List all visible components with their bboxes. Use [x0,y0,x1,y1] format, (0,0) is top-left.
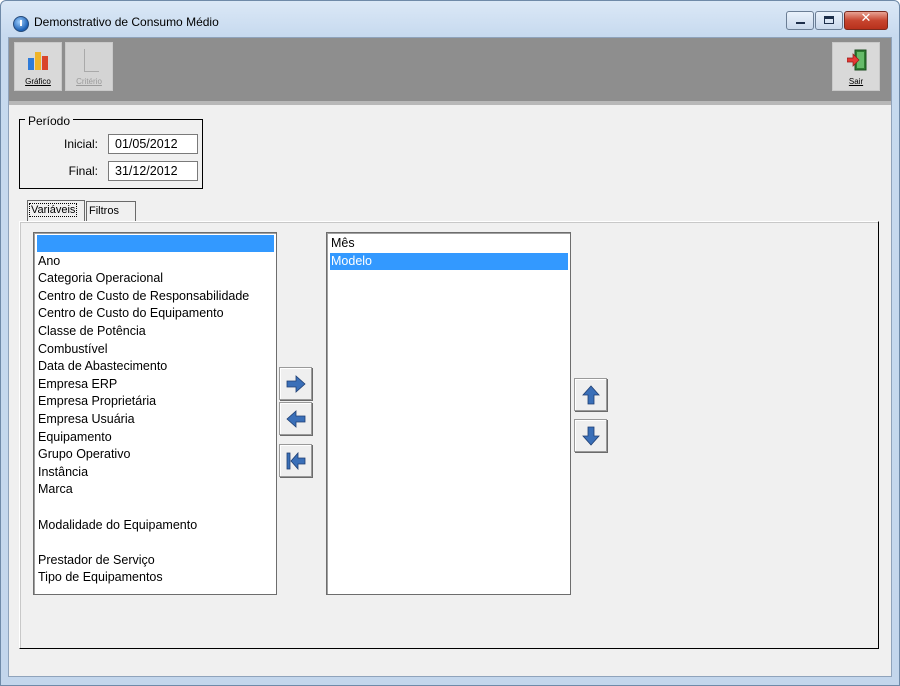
list-item[interactable]: Mês [330,235,568,252]
tab-filtros[interactable]: Filtros [86,201,136,221]
arrow-down-icon [582,426,600,446]
list-item[interactable]: Combustível [37,341,274,358]
arrow-right-icon [286,375,306,393]
periodo-legend: Período [25,114,74,128]
list-item[interactable]: Tipo de Equipamentos [37,569,274,586]
list-item[interactable]: Empresa Usuária [37,411,274,428]
list-item[interactable]: Empresa Proprietária [37,393,274,410]
window-title: Demonstrativo de Consumo Médio [34,15,219,29]
move-left-button[interactable] [279,402,312,435]
final-label: Final: [68,164,98,178]
tab-variaveis-label: Variáveis [28,203,78,217]
list-item[interactable] [37,534,274,551]
arrow-up-icon [582,385,600,405]
list-item[interactable]: Empresa ERP [37,376,274,393]
app-info-icon [13,16,29,32]
selected-variables-list[interactable]: Mês Modelo [326,232,571,595]
exit-door-icon [846,49,867,71]
close-icon: ✕ [860,11,872,26]
sair-button[interactable]: Sair [832,42,880,91]
list-item[interactable]: Modelo [330,252,568,270]
list-item[interactable]: Centro de Custo do Equipamento [37,305,274,322]
tab-variaveis[interactable]: Variáveis [27,200,85,221]
minimize-button[interactable] [786,11,814,30]
list-item[interactable]: Data de Abastecimento [37,358,274,375]
maximize-icon [824,16,834,24]
app-window: Demonstrativo de Consumo Médio ✕ Gráfico… [0,0,900,686]
list-item[interactable]: Categoria Operacional [37,270,274,287]
criteria-icon [84,49,99,72]
list-item[interactable]: Equipamento [37,429,274,446]
tab-filtros-label: Filtros [89,205,119,217]
grafico-button[interactable]: Gráfico [14,42,62,91]
list-item[interactable]: Instância [37,464,274,481]
move-right-button[interactable] [279,367,312,400]
inicial-label: Inicial: [63,137,98,151]
list-item[interactable]: Ano [37,253,274,270]
minimize-icon [796,22,805,24]
maximize-button[interactable] [815,11,843,30]
available-variables-list[interactable]: Ano Categoria Operacional Centro de Custo … [33,232,277,595]
periodo-group: Período Inicial: 01/05/2012 Final: 31/12… [19,114,203,189]
arrow-left-icon [286,410,306,428]
criterio-label: Critério [76,77,102,86]
final-date-field[interactable]: 31/12/2012 [108,161,198,181]
list-item[interactable]: Classe de Potência [37,323,274,340]
list-item[interactable]: Modalidade do Equipamento [37,517,274,534]
list-item[interactable] [37,499,274,516]
list-item[interactable] [37,235,274,252]
list-item[interactable]: Grupo Operativo [37,446,274,463]
move-down-button[interactable] [574,419,607,452]
list-item[interactable]: Prestador de Serviço [37,552,274,569]
grafico-label: Gráfico [25,77,51,86]
close-button[interactable]: ✕ [844,11,888,30]
arrow-left-bar-icon [286,451,306,471]
list-item[interactable]: Marca [37,481,274,498]
list-item[interactable]: Centro de Custo de Responsabilidade [37,288,274,305]
toolbar: Gráfico Critério Sair [9,38,891,105]
title-bar[interactable]: Demonstrativo de Consumo Médio ✕ [1,1,899,37]
inicial-date-field[interactable]: 01/05/2012 [108,134,198,154]
chart-icon [28,50,50,70]
move-all-left-button[interactable] [279,444,312,477]
sair-label: Sair [848,77,864,86]
client-area: Gráfico Critério Sair Período Inicial: 0… [8,37,892,677]
criterio-button[interactable]: Critério [65,42,113,91]
move-up-button[interactable] [574,378,607,411]
